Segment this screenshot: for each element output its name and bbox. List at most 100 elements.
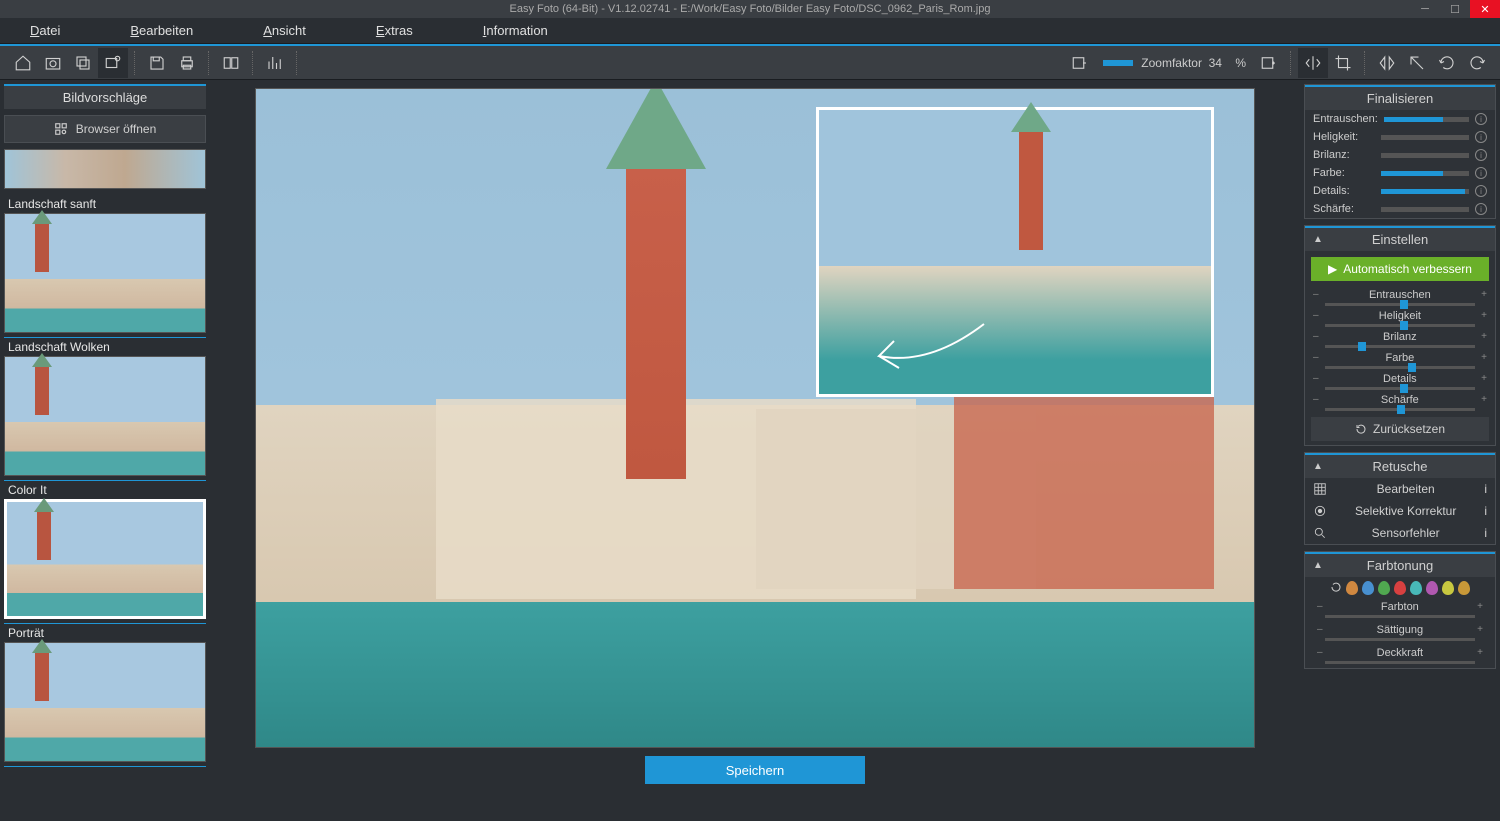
settings-icon[interactable]	[98, 48, 128, 78]
slider-plus[interactable]: +	[1481, 394, 1487, 408]
slider-minus[interactable]: –	[1313, 310, 1319, 324]
finalize-bar[interactable]	[1381, 207, 1469, 212]
toning-slider[interactable]	[1325, 615, 1475, 618]
zoom-out-icon[interactable]	[1065, 48, 1095, 78]
adjust-header[interactable]: ▲Einstellen	[1305, 226, 1495, 251]
save-button[interactable]: Speichern	[645, 756, 865, 784]
auto-enhance-button[interactable]: ▶ Automatisch verbessern	[1311, 257, 1489, 281]
info-icon[interactable]: i	[1475, 167, 1487, 179]
slider-brilanz[interactable]	[1325, 345, 1475, 348]
color-drop[interactable]	[1442, 581, 1454, 595]
zoom-label: Zoomfaktor 34 %	[1141, 56, 1246, 70]
slider-minus[interactable]: –	[1313, 394, 1319, 408]
print-icon[interactable]	[172, 48, 202, 78]
slider-plus[interactable]: +	[1481, 289, 1487, 303]
toning-header[interactable]: ▲Farbtonung	[1305, 552, 1495, 577]
slider-heligkeit[interactable]	[1325, 324, 1475, 327]
slider-minus[interactable]: –	[1313, 352, 1319, 366]
home-icon[interactable]	[8, 48, 38, 78]
preset-thumb-porträt[interactable]	[4, 642, 206, 762]
info-icon[interactable]: i	[1475, 149, 1487, 161]
retouch-sensorfehler[interactable]: Sensorfehler i	[1305, 522, 1495, 544]
menu-bearbeiten[interactable]: Bearbeiten	[130, 23, 193, 38]
slider-minus[interactable]: –	[1317, 601, 1323, 613]
info-icon[interactable]: i	[1475, 185, 1487, 197]
finalize-label: Brilanz:	[1313, 149, 1375, 161]
slider-minus[interactable]: –	[1317, 624, 1323, 636]
slider-plus[interactable]: +	[1477, 647, 1483, 659]
toning-slider[interactable]	[1325, 638, 1475, 641]
slider-plus[interactable]: +	[1477, 624, 1483, 636]
menu-datei[interactable]: Datei	[30, 23, 60, 38]
finalize-label: Entrauschen:	[1313, 113, 1378, 125]
slider-minus[interactable]: –	[1313, 331, 1319, 345]
finalize-label: Heligkeit:	[1313, 131, 1375, 143]
slider-plus[interactable]: +	[1481, 352, 1487, 366]
minimize-button[interactable]: ─	[1410, 0, 1440, 18]
retouch-selektive-korrektur[interactable]: Selektive Korrektur i	[1305, 500, 1495, 522]
color-drop[interactable]	[1346, 581, 1358, 595]
menu-ansicht[interactable]: Ansicht	[263, 23, 306, 38]
slider-plus[interactable]: +	[1481, 373, 1487, 387]
slider-farbe[interactable]	[1325, 366, 1475, 369]
color-drop[interactable]	[1426, 581, 1438, 595]
browser-open-button[interactable]: Browser öffnen	[4, 115, 206, 143]
color-drop[interactable]	[1362, 581, 1374, 595]
camera-icon[interactable]	[38, 48, 68, 78]
copy-icon[interactable]	[68, 48, 98, 78]
preset-thumb-landschaft-wolken[interactable]	[4, 356, 206, 476]
color-drop[interactable]	[1394, 581, 1406, 595]
compare-icon[interactable]	[216, 48, 246, 78]
maximize-button[interactable]: ☐	[1440, 0, 1470, 18]
color-drop[interactable]	[1458, 581, 1470, 595]
preset-label: Color It	[4, 481, 206, 499]
filmstrip[interactable]	[4, 149, 206, 189]
close-button[interactable]: ✕	[1470, 0, 1500, 18]
toning-slider[interactable]	[1325, 661, 1475, 664]
flip-horizontal-icon[interactable]	[1298, 48, 1328, 78]
preset-thumb-landschaft-sanft[interactable]	[4, 213, 206, 333]
finalize-bar[interactable]	[1381, 171, 1469, 176]
rotate-icon[interactable]	[1402, 48, 1432, 78]
zoom-slider[interactable]	[1103, 60, 1133, 66]
right-panel: Finalisieren Entrauschen: iHeligkeit: iB…	[1300, 80, 1500, 821]
finalize-label: Farbe:	[1313, 167, 1375, 179]
slider-label: Brilanz	[1383, 331, 1417, 343]
slider-minus[interactable]: –	[1313, 373, 1319, 387]
redo-icon[interactable]	[1462, 48, 1492, 78]
refresh-icon[interactable]	[1330, 581, 1342, 593]
color-drop[interactable]	[1378, 581, 1390, 595]
info-icon[interactable]: i	[1475, 203, 1487, 215]
slider-entrauschen[interactable]	[1325, 303, 1475, 306]
slider-plus[interactable]: +	[1481, 331, 1487, 345]
slider-minus[interactable]: –	[1317, 647, 1323, 659]
finalize-bar[interactable]	[1384, 117, 1469, 122]
slider-schärfe[interactable]	[1325, 408, 1475, 411]
zoom-in-icon[interactable]	[1254, 48, 1284, 78]
color-drop[interactable]	[1410, 581, 1422, 595]
menu-extras[interactable]: Extras	[376, 23, 413, 38]
menu-information[interactable]: Information	[483, 23, 548, 38]
slider-plus[interactable]: +	[1477, 601, 1483, 613]
info-icon[interactable]: i	[1484, 482, 1487, 496]
histogram-icon[interactable]	[260, 48, 290, 78]
preset-thumb-color-it[interactable]	[4, 499, 206, 619]
retouch-header[interactable]: ▲Retusche	[1305, 453, 1495, 478]
info-icon[interactable]: i	[1475, 113, 1487, 125]
info-icon[interactable]: i	[1475, 131, 1487, 143]
crop-icon[interactable]	[1328, 48, 1358, 78]
reset-button[interactable]: Zurücksetzen	[1311, 417, 1489, 441]
finalize-bar[interactable]	[1381, 189, 1469, 194]
slider-details[interactable]	[1325, 387, 1475, 390]
info-icon[interactable]: i	[1484, 504, 1487, 518]
undo-icon[interactable]	[1432, 48, 1462, 78]
mirror-icon[interactable]	[1372, 48, 1402, 78]
finalize-bar[interactable]	[1381, 153, 1469, 158]
info-icon[interactable]: i	[1484, 526, 1487, 540]
slider-plus[interactable]: +	[1481, 310, 1487, 324]
save-icon[interactable]	[142, 48, 172, 78]
retouch-bearbeiten[interactable]: Bearbeiten i	[1305, 478, 1495, 500]
finalize-bar[interactable]	[1381, 135, 1469, 140]
image-canvas[interactable]	[255, 88, 1255, 748]
slider-minus[interactable]: –	[1313, 289, 1319, 303]
